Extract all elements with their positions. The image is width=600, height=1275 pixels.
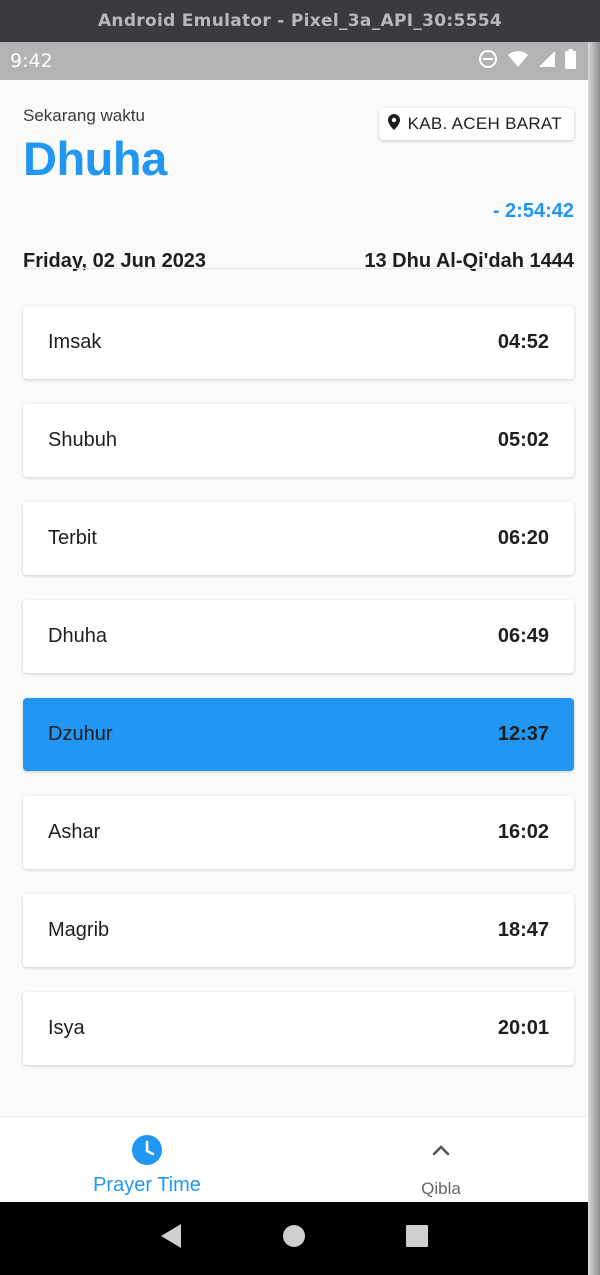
bottom-navigation: Prayer Time Qibla	[0, 1116, 588, 1202]
prayer-card-ashar[interactable]: Ashar 16:02	[23, 796, 574, 869]
back-button-icon[interactable]	[159, 1223, 183, 1254]
prayer-name: Ashar	[48, 821, 101, 843]
nav-label: Prayer Time	[93, 1174, 201, 1196]
prayer-time: 05:02	[497, 429, 549, 451]
location-chip[interactable]: KAB. ACEH BARAT	[378, 108, 574, 140]
phone-screen: 9:42 Sekarang waktu Dhuha KAB. ACEH BARA…	[0, 42, 588, 1275]
prayer-name: Dzuhur	[48, 723, 113, 745]
prayer-name: Terbit	[48, 527, 97, 549]
prayer-time: 20:01	[497, 1017, 549, 1039]
hijri-date: 13 Dhu Al-Qi'dah 1444	[364, 250, 574, 272]
status-bar: 9:42	[0, 42, 588, 80]
location-label: KAB. ACEH BARAT	[407, 114, 562, 133]
prayer-name: Isya	[48, 1017, 85, 1039]
prayer-card-terbit[interactable]: Terbit 06:20	[23, 502, 574, 575]
emulator-window-title: Android Emulator - Pixel_3a_API_30:5554	[0, 0, 600, 42]
prayer-time: 12:37	[497, 723, 549, 745]
prayer-name: Dhuha	[48, 625, 107, 647]
countdown-timer: - 2:54:42	[492, 200, 574, 222]
overview-button-icon[interactable]	[405, 1224, 429, 1253]
home-button-icon[interactable]	[282, 1224, 306, 1253]
wifi-icon	[507, 50, 529, 73]
nav-tab-qibla[interactable]: Qibla	[294, 1117, 588, 1202]
nav-label: Qibla	[421, 1179, 461, 1198]
prayer-name: Magrib	[48, 919, 110, 941]
prayer-time-list: Imsak 04:52 Shubuh 05:02 Terbit 06:20 Dh…	[23, 306, 574, 1090]
prayer-name: Shubuh	[48, 429, 117, 451]
prayer-time: 06:20	[497, 527, 549, 549]
cellular-signal-icon	[538, 50, 556, 73]
status-icons	[478, 48, 576, 74]
prayer-time: 16:02	[497, 821, 549, 843]
header-divider	[23, 268, 574, 269]
chevron-up-icon	[425, 1134, 457, 1171]
prayer-card-shubuh[interactable]: Shubuh 05:02	[23, 404, 574, 477]
prayer-card-isya[interactable]: Isya 20:01	[23, 992, 574, 1065]
prayer-card-imsak[interactable]: Imsak 04:52	[23, 306, 574, 379]
gregorian-date: Friday, 02 Jun 2023	[23, 250, 207, 272]
prayer-time: 18:47	[497, 919, 549, 941]
android-navigation-bar	[0, 1202, 588, 1275]
prayer-name: Imsak	[48, 331, 102, 353]
now-label: Sekarang waktu	[23, 106, 145, 125]
prayer-time: 06:49	[497, 625, 549, 647]
emulator-frame-edge	[588, 42, 600, 1275]
do-not-disturb-icon	[478, 49, 498, 74]
nav-tab-prayer-time[interactable]: Prayer Time	[0, 1117, 294, 1202]
prayer-time: 04:52	[497, 331, 549, 353]
prayer-card-dzuhur[interactable]: Dzuhur 12:37	[23, 698, 574, 771]
status-time: 9:42	[10, 50, 53, 72]
clock-icon	[131, 1134, 163, 1171]
prayer-card-dhuha[interactable]: Dhuha 06:49	[23, 600, 574, 673]
prayer-card-magrib[interactable]: Magrib 18:47	[23, 894, 574, 967]
location-pin-icon	[387, 113, 400, 135]
battery-icon	[565, 48, 576, 74]
current-prayer-name: Dhuha	[23, 132, 167, 185]
